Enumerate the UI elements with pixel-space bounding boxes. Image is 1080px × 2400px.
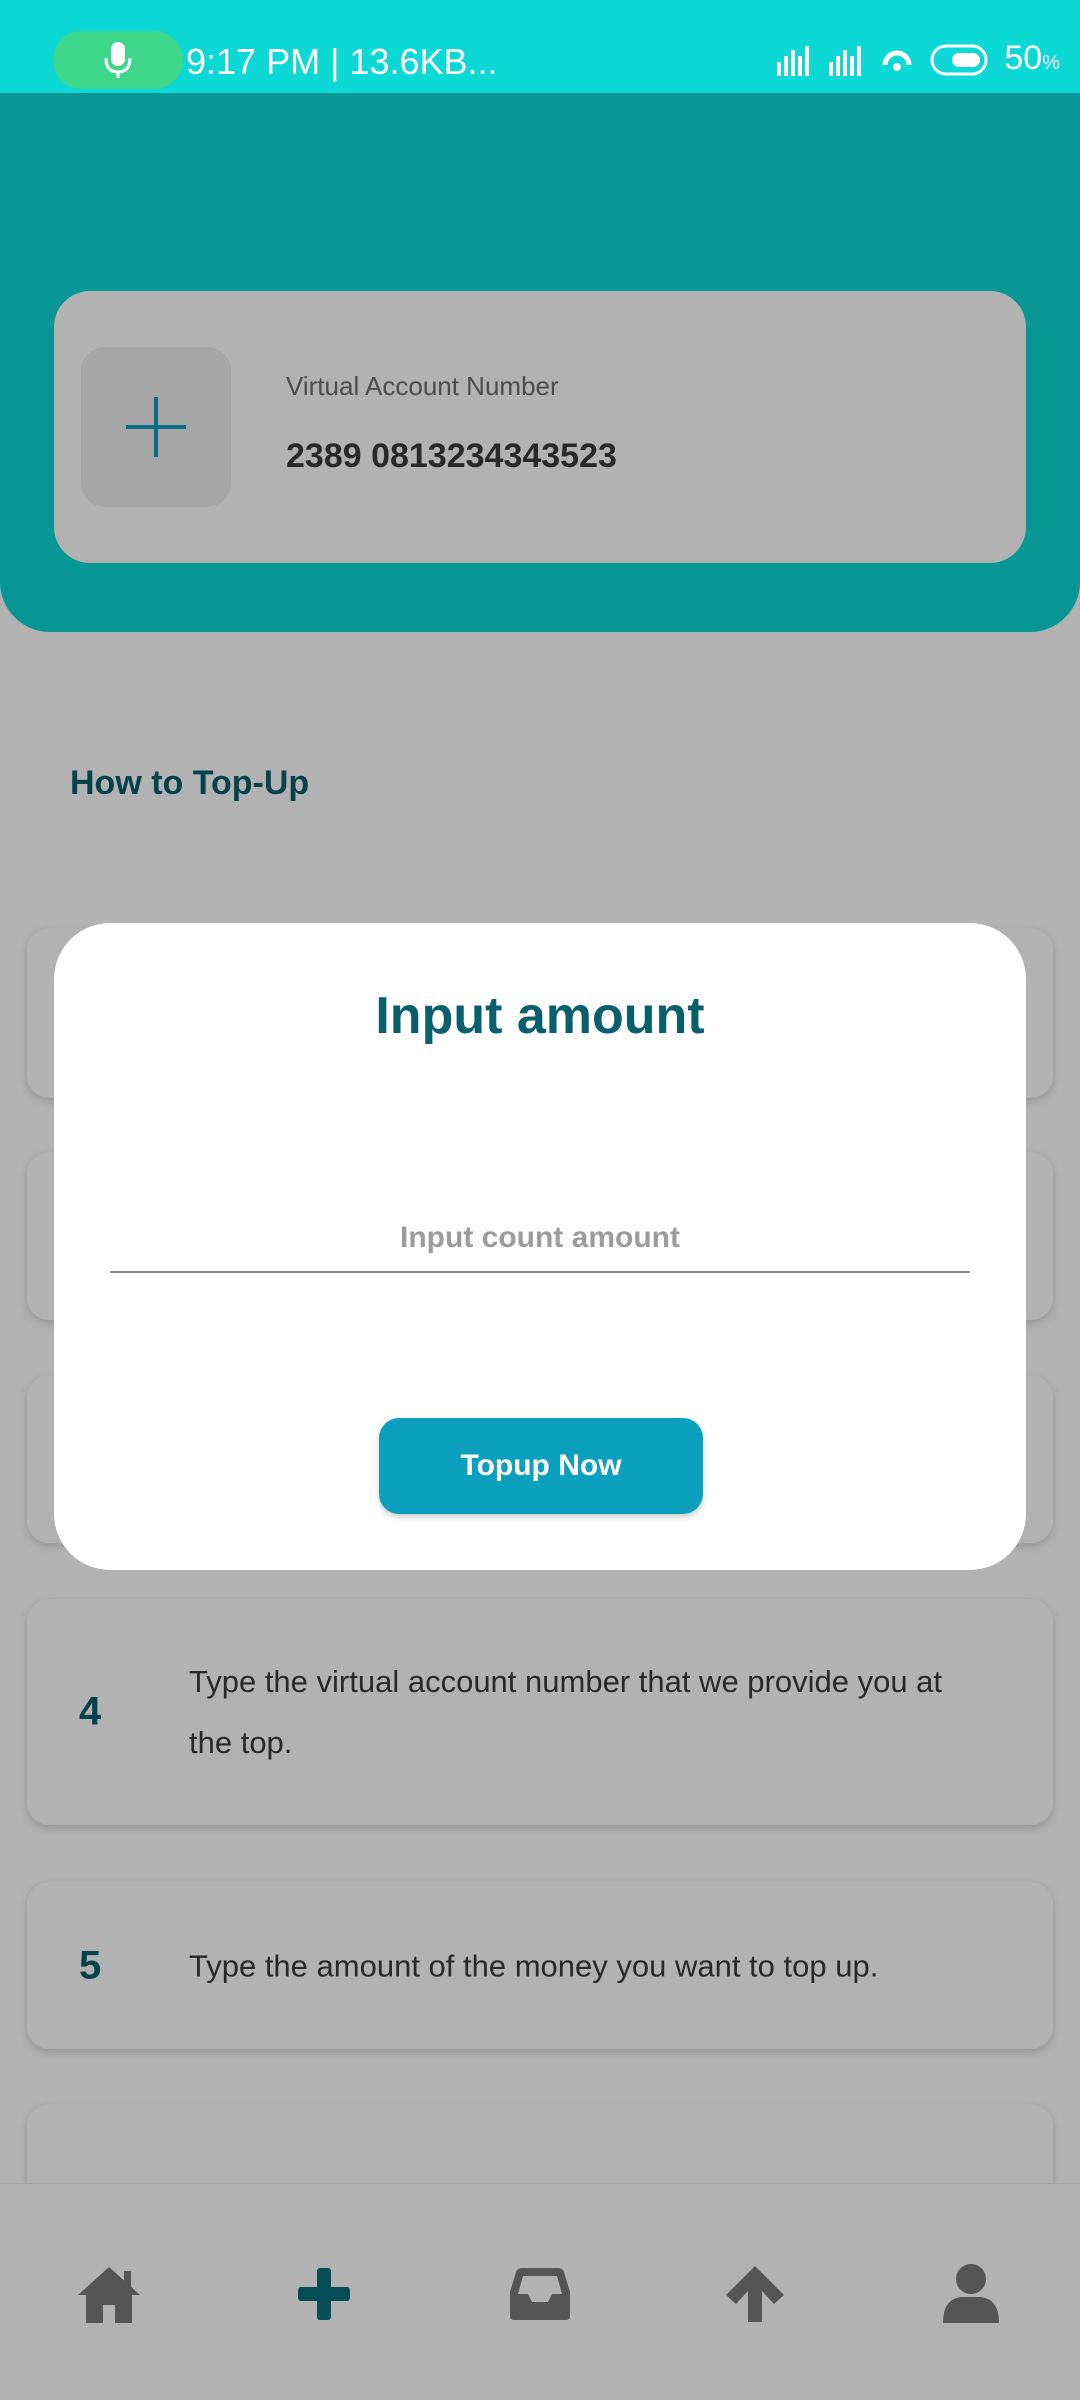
topup-now-button[interactable]: Topup Now: [379, 1418, 703, 1514]
status-bar: 9:17 PM | 13.6KB... 50%: [0, 0, 1080, 93]
input-amount-dialog: Input amount Topup Now: [54, 923, 1026, 1570]
signal-icon: [829, 46, 862, 76]
dialog-title: Input amount: [375, 987, 705, 1045]
signal-icon: [777, 46, 810, 76]
wifi-icon: [882, 50, 912, 71]
status-time: 9:17 PM | 13.6KB...: [186, 41, 498, 82]
status-icons: 50%: [776, 34, 1060, 86]
microphone-icon: [104, 42, 132, 78]
battery-level: 50%: [1004, 38, 1060, 77]
mic-indicator: [53, 31, 183, 89]
amount-input[interactable]: [110, 1205, 970, 1273]
toggle-icon: [930, 44, 988, 76]
